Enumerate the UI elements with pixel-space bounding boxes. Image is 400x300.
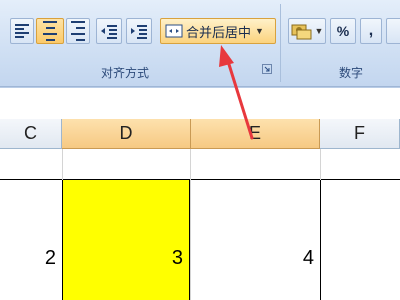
annotation-arrow xyxy=(219,45,254,140)
